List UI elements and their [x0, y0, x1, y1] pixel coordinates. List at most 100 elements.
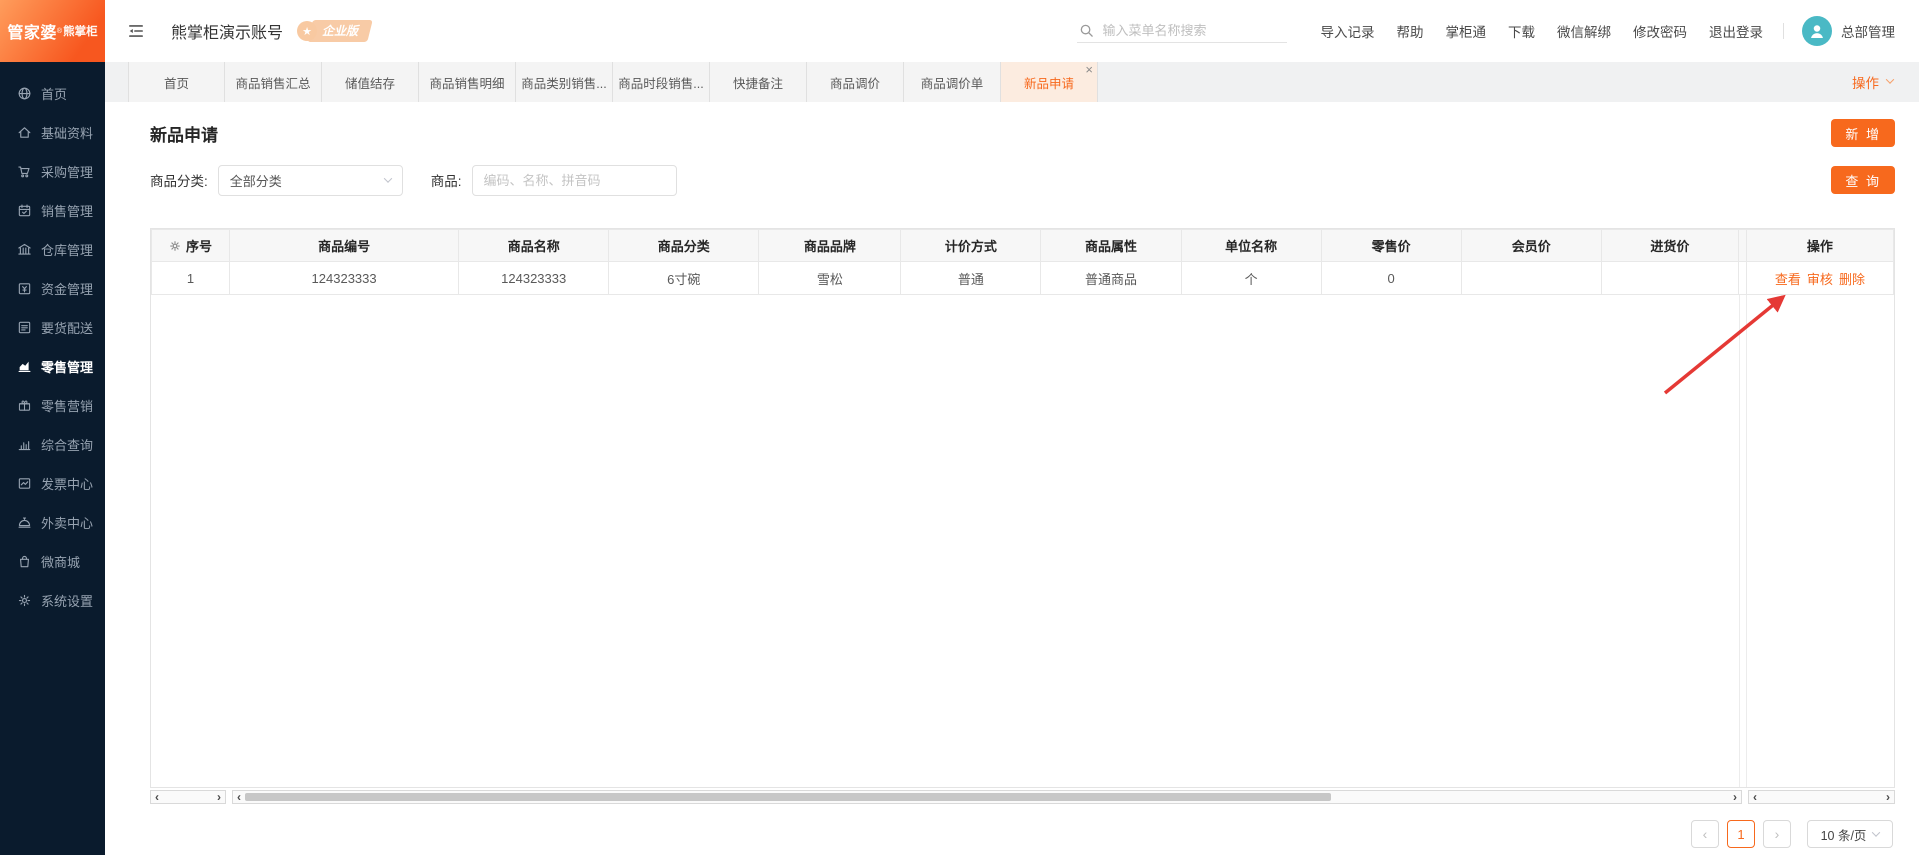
scrollbar-right-segment[interactable]: ‹ ›: [1748, 790, 1895, 804]
change-password-link[interactable]: 修改密码: [1633, 21, 1687, 41]
brand-logo-main: 管家婆: [7, 25, 57, 42]
cell-brand: 雪松: [758, 261, 902, 295]
prev-page-button[interactable]: ‹: [1691, 820, 1719, 848]
sidebar-item-micro-mall[interactable]: 微商城: [0, 542, 105, 581]
tab-actions-dropdown[interactable]: 操作: [1852, 62, 1919, 102]
scrollbar-thumb[interactable]: [245, 793, 1331, 801]
col-member-price: 会员价: [1460, 229, 1602, 262]
sidebar-item-warehouse[interactable]: 仓库管理: [0, 230, 105, 269]
col-spacer: [1737, 229, 1747, 262]
sidebar-item-home[interactable]: 首页: [0, 74, 105, 113]
sidebar-item-label: 首页: [41, 87, 68, 102]
close-icon[interactable]: ×: [1085, 63, 1093, 76]
cell-actions: 查看 审核 删除: [1745, 261, 1895, 295]
tab-price-adjust-order[interactable]: 商品调价单: [904, 62, 1001, 102]
sidebar-item-funds[interactable]: 资金管理: [0, 269, 105, 308]
cell-member-price: [1460, 261, 1602, 295]
download-link[interactable]: 下载: [1508, 21, 1535, 41]
scroll-left-icon[interactable]: ‹: [233, 791, 245, 803]
tab-quick-notes[interactable]: 快捷备注: [710, 62, 807, 102]
query-button[interactable]: 查 询: [1831, 166, 1895, 194]
user-role-label[interactable]: 总部管理: [1841, 21, 1895, 41]
gear-icon[interactable]: [169, 240, 181, 252]
sidebar-item-base-data[interactable]: 基础资料: [0, 113, 105, 152]
scroll-right-icon[interactable]: ›: [1882, 791, 1894, 803]
sidebar-item-query[interactable]: 综合查询: [0, 425, 105, 464]
sidebar-item-label: 微商城: [41, 555, 81, 570]
gear-icon: [17, 593, 32, 608]
tab-strip: 首页 商品销售汇总 储值结存 商品销售明细 商品类别销售... 商品时段销售..…: [105, 62, 1919, 102]
sidebar-item-label: 采购管理: [41, 165, 94, 180]
cell-product-name: 124323333: [458, 261, 610, 295]
col-seq[interactable]: 序号: [150, 229, 231, 262]
sidebar-item-invoice[interactable]: 发票中心: [0, 464, 105, 503]
col-retail-price: 零售价: [1320, 229, 1462, 262]
sidebar-item-requisition[interactable]: 要货配送: [0, 308, 105, 347]
scroll-left-icon[interactable]: ‹: [1749, 791, 1761, 803]
audit-link[interactable]: 审核: [1807, 272, 1833, 287]
delete-link[interactable]: 删除: [1839, 272, 1865, 287]
search-input[interactable]: [1102, 23, 1273, 38]
page-content: 新品申请 新 增 商品分类: 全部分类 商品: 查 询: [105, 102, 1919, 855]
tab-period-sales[interactable]: 商品时段销售...: [613, 62, 710, 102]
tab-sales-summary[interactable]: 商品销售汇总: [225, 62, 322, 102]
product-filter-label: 商品:: [430, 174, 462, 189]
scroll-right-icon[interactable]: ›: [213, 791, 225, 803]
sidebar-item-retail-marketing[interactable]: 零售营销: [0, 386, 105, 425]
logout-link[interactable]: 退出登录: [1709, 21, 1763, 41]
add-button[interactable]: 新 增: [1831, 119, 1895, 147]
scroll-left-icon[interactable]: ‹: [151, 791, 163, 803]
help-link[interactable]: 帮助: [1397, 21, 1424, 41]
view-link[interactable]: 查看: [1775, 272, 1801, 287]
avatar[interactable]: [1802, 16, 1832, 46]
pagination: ‹ 1 › 10 条/页: [150, 820, 1895, 848]
sidebar-item-label: 基础资料: [41, 126, 94, 141]
page-size-select[interactable]: 10 条/页: [1807, 820, 1893, 848]
edition-badge: ★ 企业版: [297, 20, 373, 42]
new-product-table: 序号 商品编号 商品名称 商品分类 商品品牌 计价方式 商品属性 单位名称 零售…: [150, 228, 1895, 788]
sidebar-item-settings[interactable]: 系统设置: [0, 581, 105, 620]
tab-category-sales[interactable]: 商品类别销售...: [516, 62, 613, 102]
chevron-down-icon: [1872, 828, 1881, 837]
col-product-code: 商品编号: [229, 229, 460, 262]
scrollbar-main-segment[interactable]: ‹ ›: [232, 790, 1742, 804]
table-empty-area: [151, 295, 1894, 787]
col-pricing-method: 计价方式: [900, 229, 1042, 262]
scrollbar-left-segment[interactable]: ‹ ›: [150, 790, 226, 804]
tab-home[interactable]: 首页: [128, 62, 225, 102]
tab-new-product-request[interactable]: 新品申请 ×: [1001, 62, 1098, 102]
col-brand: 商品品牌: [758, 229, 902, 262]
sidebar-item-purchase[interactable]: 采购管理: [0, 152, 105, 191]
product-search-input[interactable]: [471, 164, 677, 196]
wechat-unbind-link[interactable]: 微信解绑: [1557, 21, 1611, 41]
tab-price-adjust[interactable]: 商品调价: [807, 62, 904, 102]
tab-stored-value[interactable]: 储值结存: [322, 62, 419, 102]
import-records-link[interactable]: 导入记录: [1321, 21, 1375, 41]
scroll-right-icon[interactable]: ›: [1729, 791, 1741, 803]
zhangguitong-link[interactable]: 掌柜通: [1446, 21, 1487, 41]
brand-logo-sub: 熊掌柜: [63, 26, 98, 38]
collapse-menu-icon[interactable]: [127, 22, 145, 40]
header-right: 导入记录 帮助 掌柜通 下载 微信解绑 修改密码 退出登录 总部管理: [1076, 16, 1895, 46]
chevron-down-icon: [1885, 74, 1895, 84]
account-title: 熊掌柜演示账号: [171, 25, 284, 42]
sidebar-item-sales[interactable]: 销售管理: [0, 191, 105, 230]
sidebar-item-label: 仓库管理: [41, 243, 94, 258]
col-unit: 单位名称: [1180, 229, 1322, 262]
cell-unit: 个: [1180, 261, 1322, 295]
top-header: 熊掌柜演示账号 ★ 企业版 导入记录 帮助 掌柜通 下载 微信解绑 修改密码 退…: [105, 0, 1919, 62]
sidebar-item-takeout[interactable]: 外卖中心: [0, 503, 105, 542]
sidebar-item-label: 发票中心: [41, 477, 94, 492]
tab-sales-detail[interactable]: 商品销售明细: [419, 62, 516, 102]
category-select[interactable]: 全部分类: [217, 164, 403, 196]
brand-logo: 管家婆 ® 熊掌柜: [0, 0, 105, 62]
list-box-icon: [17, 320, 32, 335]
calendar-check-icon: [17, 203, 32, 218]
sidebar-item-label: 零售营销: [41, 399, 94, 414]
next-page-button[interactable]: ›: [1763, 820, 1791, 848]
sidebar-item-retail-mgmt[interactable]: 零售管理: [0, 347, 105, 386]
current-page-button[interactable]: 1: [1727, 820, 1755, 848]
col-actions: 操作: [1745, 229, 1895, 262]
filter-row: 商品分类: 全部分类 商品: 查 询: [150, 164, 1895, 196]
star-icon: ★: [297, 21, 318, 41]
